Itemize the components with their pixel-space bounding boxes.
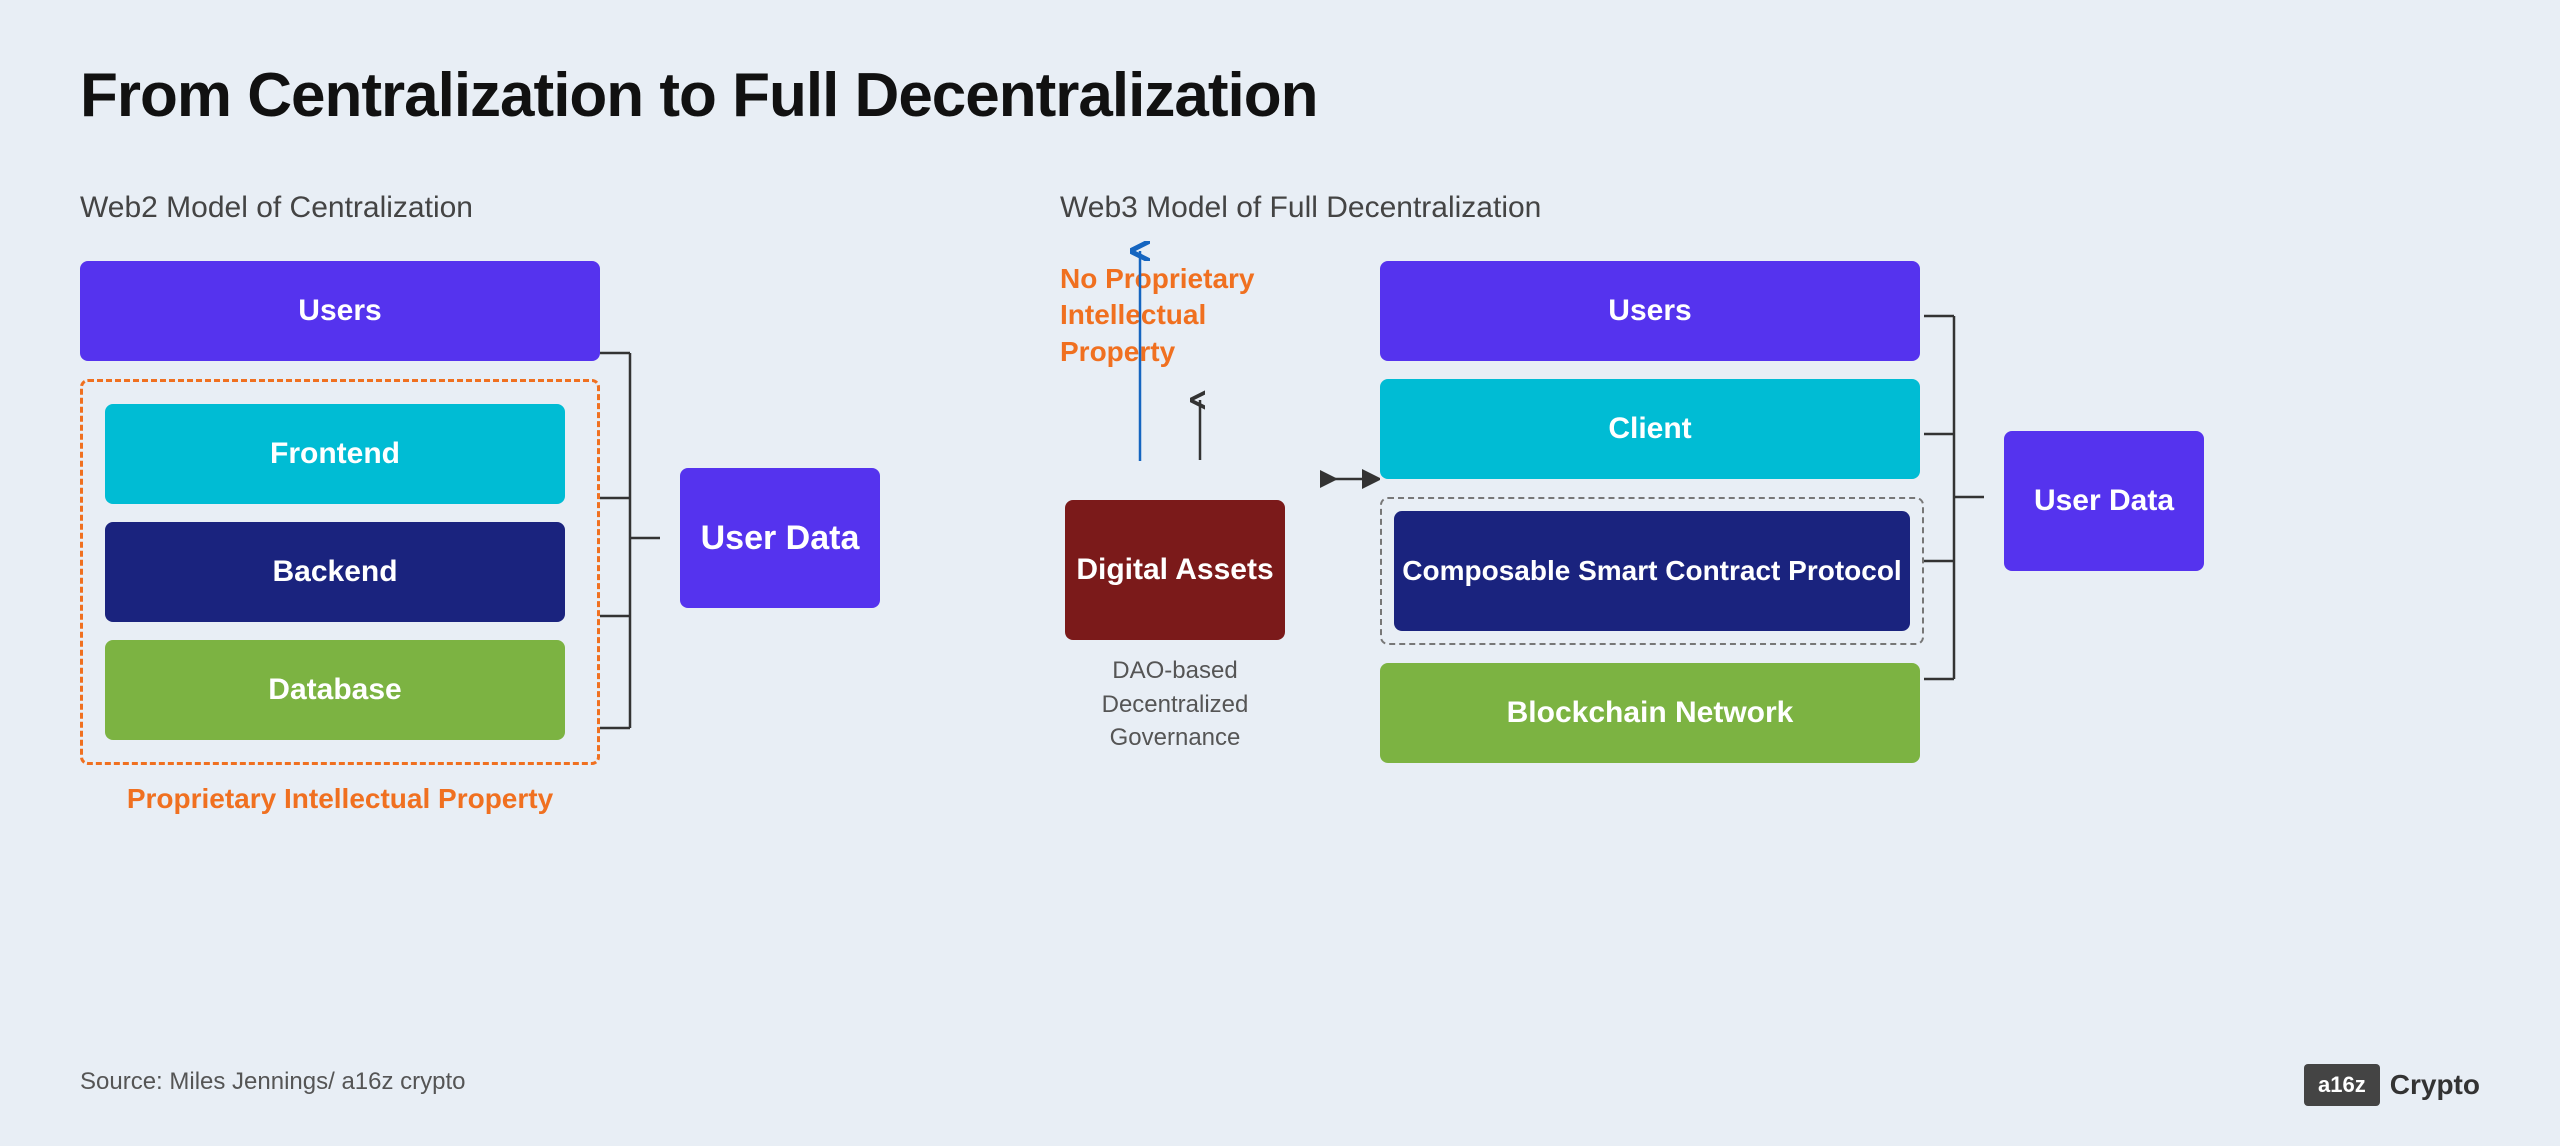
web2-content: Users Frontend Backend Database Propriet… [80,261,940,815]
web3-left-area: No Proprietary Intellectual Property Dig… [1060,261,1290,755]
web2-stacks: Users Frontend Backend Database Propriet… [80,261,600,815]
web3-users-block: Users [1380,261,1920,361]
horizontal-arrow [1320,459,1380,499]
web2-connector: User Data [600,298,880,778]
web3-right-stack: Users Client Composable Smart Contract P… [1380,261,1924,763]
web2-title: Web2 Model of Centralization [80,191,940,225]
web2-diagram: Web2 Model of Centralization Users Front… [80,191,940,815]
double-arrow-svg [1320,459,1380,499]
web3-client-block: Client [1380,379,1920,479]
blockchain-block: Blockchain Network [1380,663,1920,763]
web3-diagram: Web3 Model of Full Decentralization No P… [1060,191,2480,763]
web3-title: Web3 Model of Full Decentralization [1060,191,2480,225]
web2-users-row: Users [80,261,600,361]
web2-dashed-box: Frontend Backend Database [80,379,600,765]
logo-box: a16z [2304,1064,2380,1106]
page: From Centralization to Full Decentraliza… [0,0,2560,1146]
vertical-arrow-svg [1120,241,1160,481]
web3-bracket-svg [1924,261,1984,741]
logo-area: a16z Crypto [2304,1064,2480,1106]
web3-connector: User Data [1924,261,2204,741]
web3-dashed-box: Composable Smart Contract Protocol [1380,497,1924,645]
diagrams-row: Web2 Model of Centralization Users Front… [80,191,2480,815]
dao-label: DAO-based Decentralized Governance [1065,654,1285,755]
source-text: Source: Miles Jennings/ a16z crypto [80,1068,466,1096]
composable-block: Composable Smart Contract Protocol [1394,511,1910,631]
web2-frontend-block: Frontend [105,404,565,504]
web3-user-data-block: User Data [2004,431,2204,571]
web2-bracket-svg [600,298,660,778]
no-prop-label: No Proprietary Intellectual Property [1060,261,1290,370]
web3-content: No Proprietary Intellectual Property Dig… [1060,261,2480,763]
digital-assets-block: Digital Assets [1065,500,1285,640]
web2-users-block: Users [80,261,600,361]
web2-backend-block: Backend [105,522,565,622]
web2-user-data-block: User Data [680,468,880,608]
web2-database-block: Database [105,640,565,740]
logo-text: Crypto [2390,1069,2480,1101]
web3-right-area: Users Client Composable Smart Contract P… [1380,261,1924,763]
prop-label: Proprietary Intellectual Property [80,783,600,815]
page-title: From Centralization to Full Decentraliza… [80,60,2480,131]
